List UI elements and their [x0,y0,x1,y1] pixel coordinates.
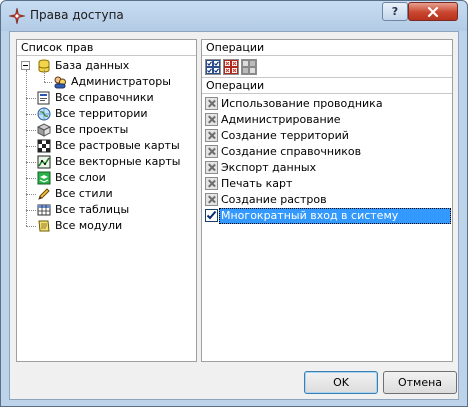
tree-item-label: Все таблицы [55,203,130,216]
checkbox-denied[interactable] [205,145,218,158]
tree-connector [26,194,36,195]
operation-row[interactable]: Создание растров [203,192,451,208]
operation-row[interactable]: Использование проводника [203,96,451,112]
reset-button[interactable] [241,59,257,75]
operation-label: Создание растров [221,193,327,206]
operation-label: Многократный вход в систему [219,208,451,224]
checkbox-denied[interactable] [205,161,218,174]
checkmark-icon [206,210,217,220]
uncheck-all-icon [224,60,238,74]
operation-row[interactable]: Печать карт [203,176,451,192]
cancel-button[interactable]: Отмена [383,371,457,394]
dialog-client-area: Список прав База данных Администраторы Все… [9,31,459,400]
checkbox-denied[interactable] [205,113,218,126]
dialog-window: Права доступа ? Список прав База данных А… [0,0,468,407]
operations-column-header[interactable]: Операции [202,78,452,94]
check-all-button[interactable] [205,59,221,75]
tree-connector [26,146,36,147]
tree-item[interactable]: Все векторные карты [17,154,195,170]
check-all-icon [206,60,220,74]
rights-list-pane: Список прав База данных Администраторы Все… [16,39,197,362]
raster-map-icon [37,139,51,153]
operations-pane: Операции Операции Использование проводни… [201,39,453,362]
operation-row[interactable]: Многократный вход в систему [203,208,451,224]
tree-connector [26,130,36,131]
tree-connector [44,70,45,82]
checkbox-checked[interactable] [205,209,218,222]
module-icon [37,219,51,233]
tree-connector [26,178,36,179]
tree-item-label: База данных [55,59,130,72]
tree-connector [26,70,27,226]
checkbox-denied[interactable] [205,129,218,142]
tree-item[interactable]: Все справочники [17,90,195,106]
operation-label: Печать карт [221,177,293,190]
tree-item-label: Все проекты [55,123,129,136]
operations-toolbar [202,56,452,78]
project-icon [36,123,52,137]
window-title: Права доступа [30,8,124,22]
close-button[interactable] [408,2,458,21]
table-icon [37,203,51,217]
close-icon [427,6,439,18]
uncheck-all-button[interactable] [223,59,239,75]
operation-label: Экспорт данных [221,161,317,174]
help-button[interactable]: ? [382,2,408,21]
tree-item[interactable]: Все территории [17,106,195,122]
operation-label: Использование проводника [221,97,383,110]
operation-row[interactable]: Создание справочников [203,144,451,160]
reference-book-icon [37,91,51,105]
checkbox-denied[interactable] [205,177,218,190]
admin-group-icon [53,75,67,89]
ok-button[interactable]: OK [304,371,378,394]
tree-item[interactable]: Все проекты [17,122,195,138]
tree-item-label: Все справочники [55,91,154,104]
tree-item[interactable]: Все таблицы [17,202,195,218]
tree-connector [44,82,52,83]
tree-item[interactable]: Все слои [17,170,195,186]
title-bar[interactable]: Права доступа ? [1,1,467,31]
tree-item[interactable]: Все стили [17,186,195,202]
checkbox-denied[interactable] [205,97,218,110]
operation-label: Создание справочников [221,145,362,158]
rights-list-header: Список прав [17,40,196,56]
tree-item[interactable]: Все растровые карты [17,138,195,154]
reset-icon [242,60,256,74]
tree-item-label: Все территории [55,107,148,120]
layers-icon [37,171,51,185]
checkbox-denied[interactable] [205,193,218,206]
tree-item-label: Все стили [55,187,113,200]
tree-item-label: Все слои [55,171,106,184]
vector-map-icon [37,155,51,169]
operation-label: Создание территорий [221,129,349,142]
operation-row[interactable]: Администрирование [203,112,451,128]
tree-connector [26,210,36,211]
tree-item-label: Все растровые карты [55,139,180,152]
tree-connector [26,98,36,99]
operation-label: Администрирование [221,113,341,126]
tree-connector [26,162,36,163]
tree-item-label: Администраторы [71,75,171,88]
tree-item[interactable]: Все модули [17,218,195,234]
territory-globe-icon [37,107,51,121]
tree-connector [26,226,36,227]
operation-row[interactable]: Экспорт данных [203,160,451,176]
tree-item-label: Все векторные карты [55,155,181,168]
app-compass-icon [8,7,26,25]
collapse-icon[interactable] [21,61,30,70]
pencil-style-icon [37,187,51,201]
operation-row[interactable]: Создание территорий [203,128,451,144]
tree-item-label: Все модули [55,219,123,232]
operations-header: Операции [202,40,452,56]
tree-connector [26,114,36,115]
